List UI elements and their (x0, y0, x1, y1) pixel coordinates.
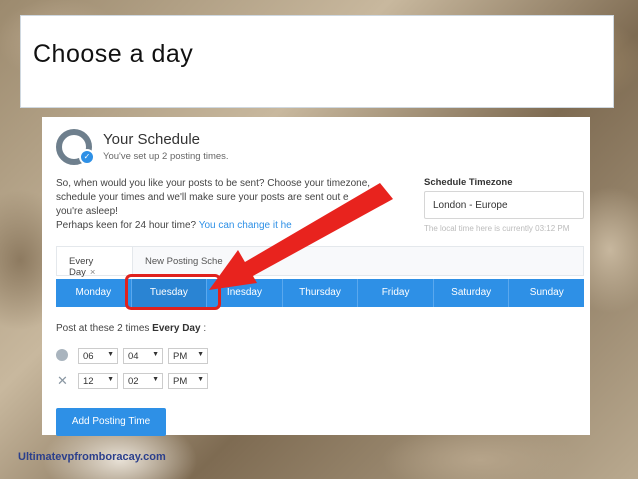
timezone-label: Schedule Timezone (424, 177, 513, 188)
hour-select[interactable]: 12 ▼ (78, 373, 118, 389)
close-icon[interactable]: × (90, 267, 96, 278)
day-thursday[interactable]: Thursday (283, 279, 359, 307)
minute-select[interactable]: 04 ▼ (123, 348, 163, 364)
panel-title: Your Schedule (103, 131, 201, 148)
minute-select[interactable]: 02 ▼ (123, 373, 163, 389)
posting-times-label: Post at these 2 times Every Day : (56, 323, 207, 334)
twitter-icon: ✓ (79, 149, 95, 165)
close-icon[interactable]: ✕ (56, 374, 69, 387)
panel-subtitle: You've set up 2 posting times. (103, 151, 229, 162)
day-monday[interactable]: Monday (56, 279, 132, 307)
add-posting-time-button[interactable]: Add Posting Time (56, 408, 166, 436)
day-sunday[interactable]: Sunday (509, 279, 584, 307)
clock-icon (56, 349, 68, 361)
schedule-tabs: Every Day × New Posting Sche (56, 246, 584, 278)
day-friday[interactable]: Friday (358, 279, 434, 307)
slide-title: Choose a day (33, 40, 194, 68)
change-time-link[interactable]: You can change it he (199, 220, 292, 231)
slide-title-box: Choose a day (20, 15, 614, 108)
timezone-select[interactable]: London - Europe (424, 191, 584, 219)
ampm-select[interactable]: PM ▼ (168, 373, 208, 389)
tuesday-highlight-box (125, 274, 221, 310)
day-saturday[interactable]: Saturday (434, 279, 510, 307)
ampm-select[interactable]: PM ▼ (168, 348, 208, 364)
intro-line: So, when would you like your posts to be… (56, 178, 371, 189)
intro-line: you're asleep! (56, 206, 118, 217)
footer-website: Ultimatevpfromboracay.com (18, 451, 166, 463)
intro-line: schedule your times and we'll make sure … (56, 192, 391, 203)
intro-line: Perhaps keen for 24 hour time? You can c… (56, 220, 292, 231)
tab-new-posting-schedule[interactable]: New Posting Sche (145, 256, 223, 267)
timezone-note: The local time here is currently 03:12 P… (424, 224, 570, 233)
hour-select[interactable]: 06 ▼ (78, 348, 118, 364)
tab-every-day[interactable]: Every Day × (57, 247, 133, 278)
schedule-panel: ✓ Your Schedule You've set up 2 posting … (42, 117, 590, 436)
intro-text: So, when would you like your posts to be… (56, 177, 416, 233)
